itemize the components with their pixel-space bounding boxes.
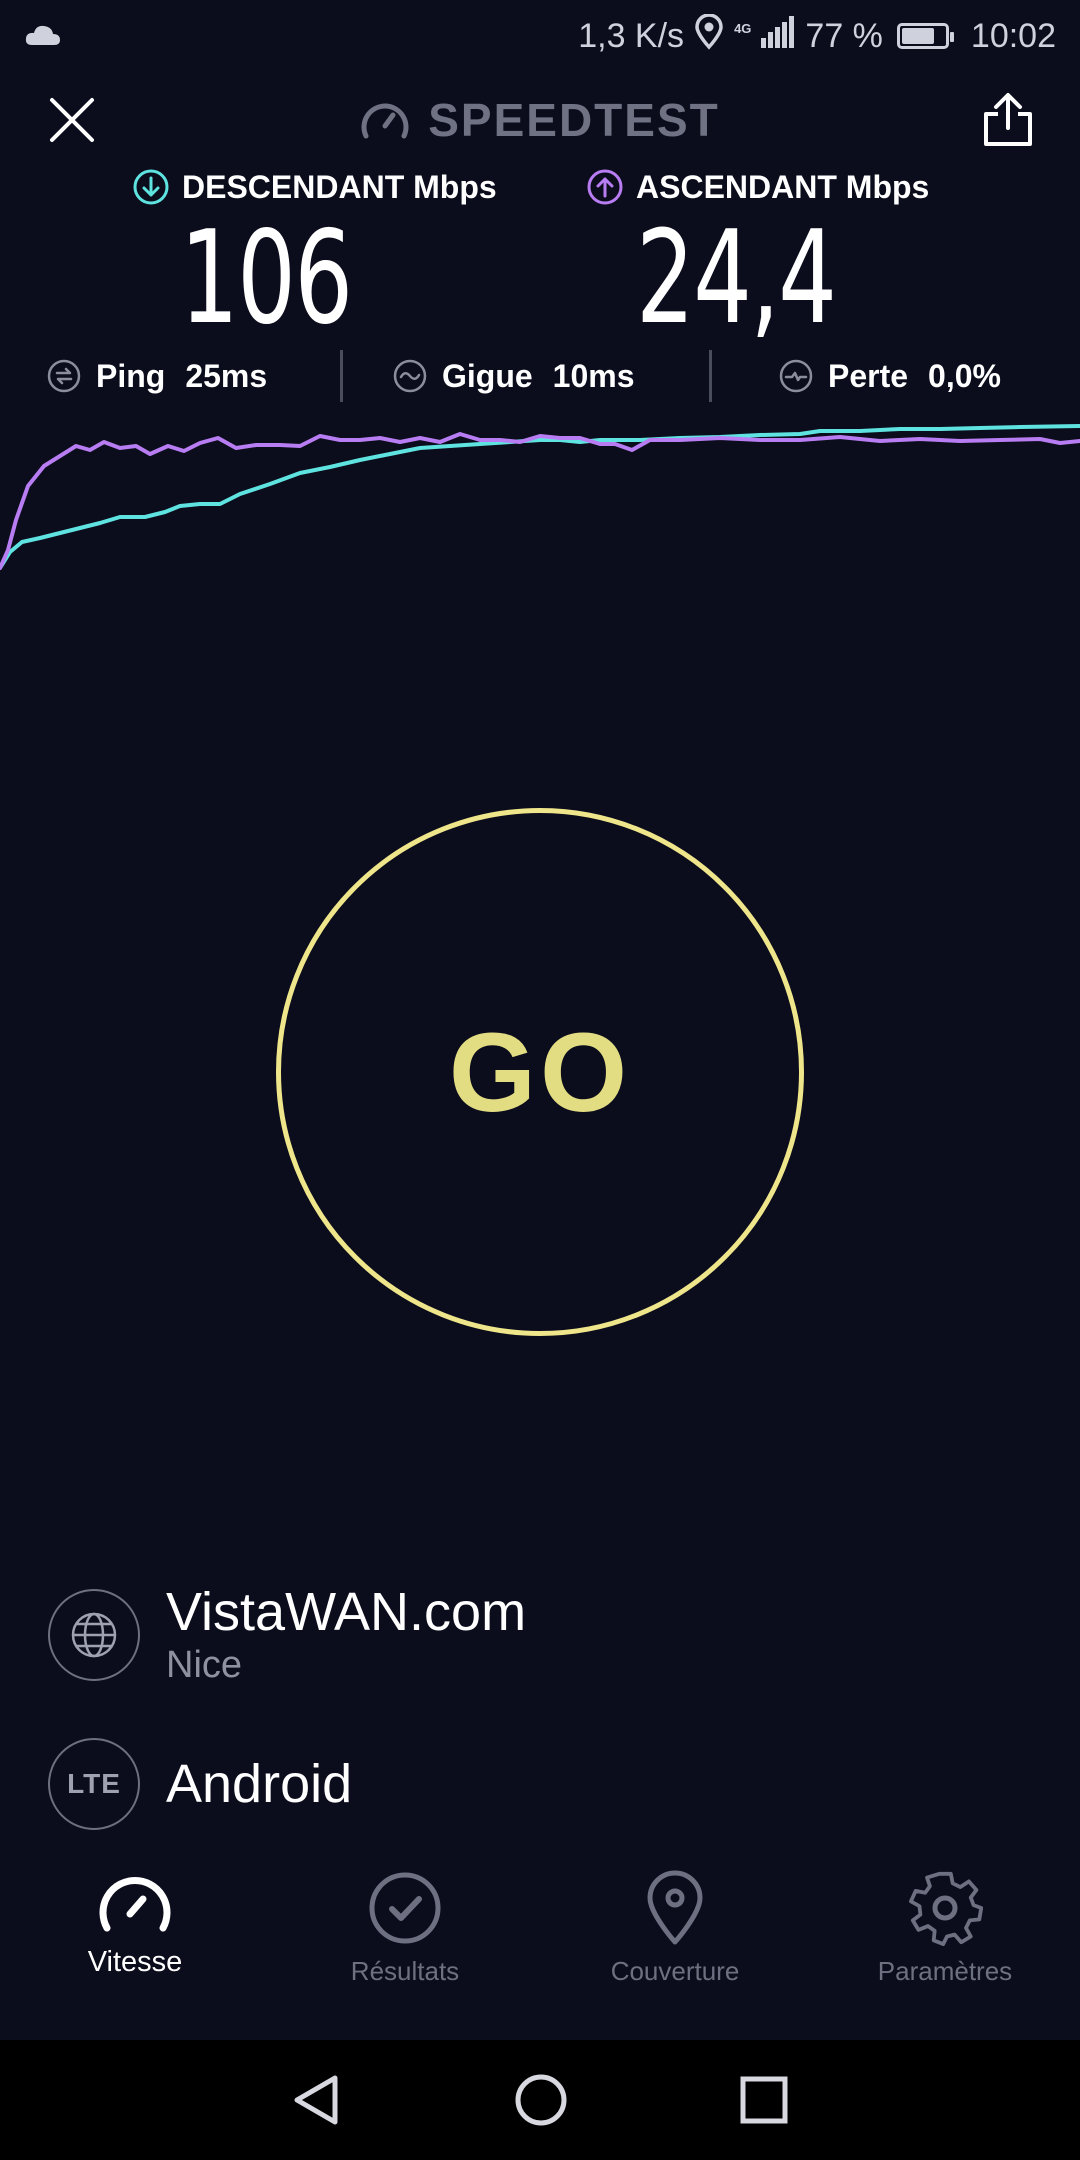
connection-name: Android: [166, 1754, 353, 1814]
tab-label: Paramètres: [877, 1956, 1013, 1986]
back-icon[interactable]: [291, 2072, 343, 2128]
network-type: 4G: [734, 21, 752, 36]
download-label: DESCENDANT Mbps: [132, 168, 497, 206]
upload-value: 24,4: [636, 204, 837, 353]
recents-icon[interactable]: [739, 2075, 789, 2125]
system-nav-bar: [0, 2040, 1080, 2160]
ping-value: 25ms: [185, 357, 268, 394]
clock: 10:02: [970, 16, 1056, 55]
speed-values: 106 24,4: [0, 215, 1080, 343]
server-name: VistaWAN.com: [166, 1582, 527, 1642]
connection-info[interactable]: LTE Android: [48, 1738, 352, 1830]
network-speed: 1,3 K/s: [578, 16, 685, 55]
tab-label: Résultats: [350, 1956, 460, 1986]
check-circle-icon: [369, 1872, 441, 1944]
ping-label: Ping: [96, 357, 166, 394]
tab-parametres[interactable]: Paramètres: [810, 1870, 1080, 1987]
loss-stat: Perte 0,0%: [778, 358, 1001, 395]
stat-divider: [709, 350, 712, 402]
battery-percent: 77 %: [805, 16, 883, 55]
go-label: GO: [448, 1009, 632, 1135]
loss-label: Perte: [828, 357, 909, 394]
speedtest-screen: 1,3 K/s 4G 77 % 10:02 SPEEDTEST DESCENDA…: [0, 0, 1080, 2160]
server-info[interactable]: VistaWAN.com Nice: [48, 1582, 526, 1688]
stats-row: Ping 25ms Gigue 10ms Perte 0,0%: [0, 348, 1080, 404]
cloud-icon: [24, 17, 62, 56]
battery-icon: [896, 23, 954, 49]
share-icon: [983, 93, 1032, 146]
gear-icon: [909, 1871, 983, 1946]
upload-label: ASCENDANT Mbps: [586, 168, 929, 206]
upload-icon: [587, 169, 623, 205]
jitter-icon: [393, 359, 427, 393]
close-button[interactable]: [40, 88, 104, 152]
map-pin-icon: [647, 1870, 703, 1945]
stat-divider: [340, 350, 343, 402]
lte-icon: LTE: [48, 1738, 140, 1830]
download-icon: [133, 169, 169, 205]
packet-loss-icon: [779, 359, 813, 393]
speedometer-icon: [99, 1877, 171, 1932]
download-label-text: DESCENDANT Mbps: [182, 168, 497, 205]
tab-couverture[interactable]: Couverture: [540, 1870, 810, 1987]
ping-stat: Ping 25ms: [46, 358, 267, 395]
speed-labels: DESCENDANT Mbps ASCENDANT Mbps: [0, 160, 1080, 210]
location-icon: [694, 12, 724, 59]
server-location: Nice: [166, 1644, 243, 1686]
go-button[interactable]: GO: [276, 808, 804, 1336]
tab-bar: Vitesse Résultats Couverture Paramètres: [0, 1870, 1080, 2020]
speed-graph: [0, 424, 1080, 570]
close-icon: [50, 98, 94, 142]
tab-vitesse[interactable]: Vitesse: [0, 1870, 270, 1979]
tab-label: Vitesse: [87, 1946, 183, 1978]
ping-icon: [47, 359, 81, 393]
speedometer-icon: [361, 103, 409, 139]
upload-label-text: ASCENDANT Mbps: [636, 168, 930, 205]
upload-graph-line: [0, 432, 1080, 570]
signal-icon: [761, 15, 795, 57]
tab-resultats[interactable]: Résultats: [270, 1870, 540, 1987]
lte-badge: LTE: [67, 1768, 121, 1799]
home-icon[interactable]: [513, 2072, 569, 2128]
tab-label: Couverture: [610, 1956, 740, 1986]
jitter-stat: Gigue 10ms: [392, 358, 635, 395]
loss-value: 0,0%: [928, 357, 1001, 394]
download-value: 106: [180, 204, 353, 353]
share-button[interactable]: [976, 88, 1040, 152]
jitter-label: Gigue: [442, 357, 533, 394]
app-title-text: SPEEDTEST: [428, 94, 720, 146]
globe-icon: [48, 1589, 140, 1681]
jitter-value: 10ms: [552, 357, 635, 394]
app-title: SPEEDTEST: [360, 93, 720, 147]
